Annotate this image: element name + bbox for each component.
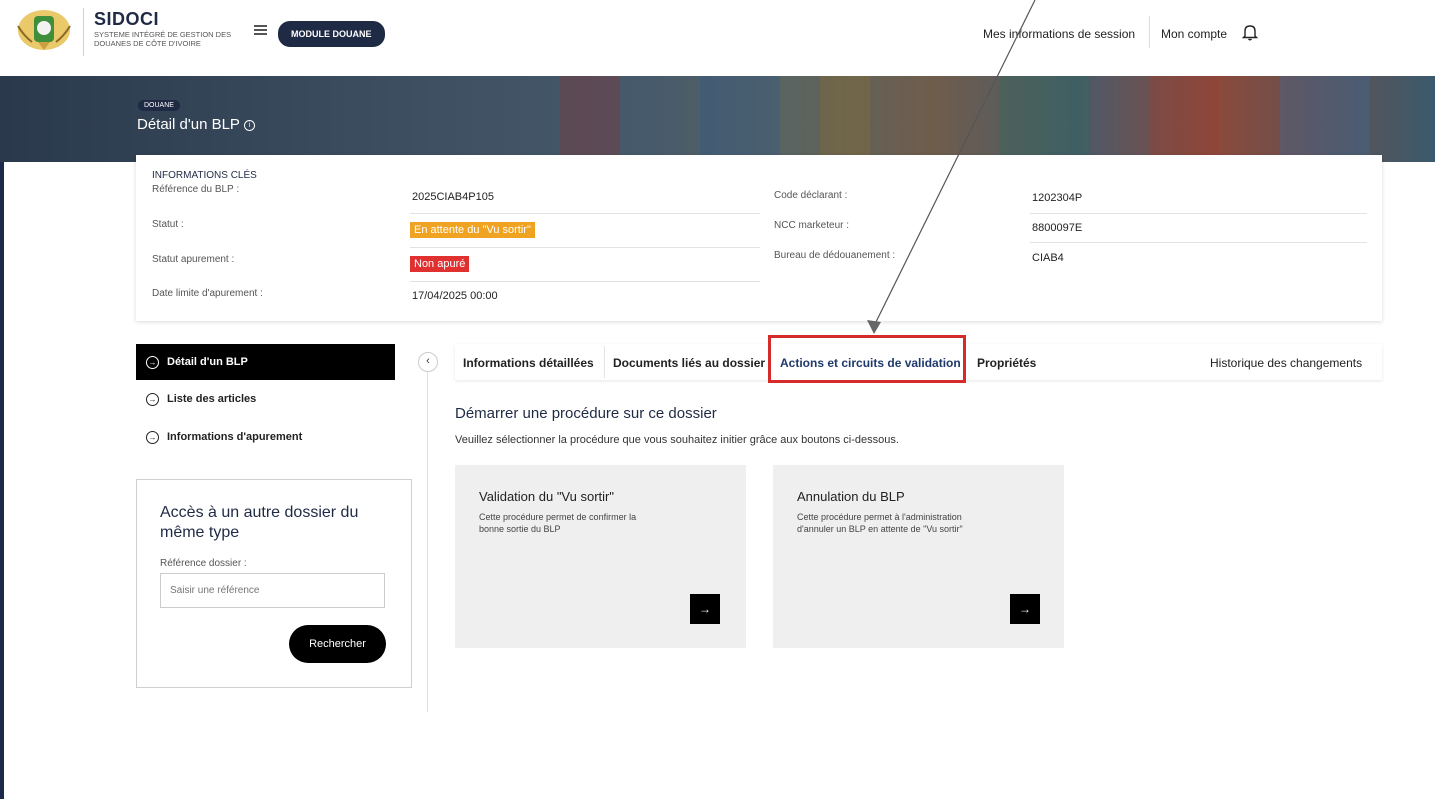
- file-ref-label: Référence dossier :: [160, 558, 247, 569]
- my-account-link[interactable]: Mon compte: [1161, 27, 1227, 41]
- blp-ref-value: 2025CIAB4P105: [412, 191, 494, 203]
- customs-office-value: CIAB4: [1032, 252, 1064, 264]
- sidebar-item-clearance-info[interactable]: → Informations d'apurement: [136, 419, 395, 455]
- tab-properties[interactable]: Propriétés: [977, 356, 1036, 370]
- arrow-circle-icon: →: [146, 355, 159, 369]
- file-ref-input[interactable]: [160, 573, 385, 608]
- status-badge: En attente du "Vu sortir": [410, 222, 535, 238]
- tab-change-history[interactable]: Historique des changements: [1210, 356, 1373, 370]
- douane-badge: DOUANE: [138, 100, 180, 111]
- arrow-circle-icon: →: [146, 430, 159, 444]
- bell-icon[interactable]: [1241, 23, 1259, 41]
- hamburger-menu-icon[interactable]: [254, 25, 267, 35]
- panel-divider: [427, 372, 428, 712]
- clearance-status-label: Statut apurement :: [152, 254, 235, 265]
- annotation-highlight-box: [768, 335, 966, 383]
- other-file-title: Accès à un autre dossier du même type: [160, 504, 359, 541]
- header-separator: [1149, 16, 1150, 48]
- sidebar-item-blp-detail[interactable]: → Détail d'un BLP: [136, 344, 395, 380]
- ncc-label: NCC marketeur :: [774, 220, 850, 231]
- start-procedure-button[interactable]: →: [690, 594, 720, 624]
- deadline-value: 17/04/2025 00:00: [412, 290, 498, 302]
- ncc-value: 8800097E: [1032, 222, 1083, 234]
- brand-name: SIDOCI: [94, 9, 160, 29]
- customs-office-label: Bureau de dédouanement :: [774, 250, 896, 261]
- page-title: Détail d'un BLP i: [137, 116, 255, 133]
- arrow-circle-icon: →: [146, 392, 159, 406]
- search-button[interactable]: Rechercher: [289, 625, 386, 663]
- declarant-code-label: Code déclarant :: [774, 190, 848, 201]
- key-info-title: INFORMATIONS CLÉS: [152, 170, 257, 181]
- section-subtitle: Veuillez sélectionner la procédure que v…: [455, 434, 899, 446]
- tab-detailed-info[interactable]: Informations détaillées: [463, 356, 594, 370]
- tab-linked-documents[interactable]: Documents liés au dossier: [613, 356, 765, 370]
- procedure-title: Validation du "Vu sortir": [479, 489, 614, 504]
- procedure-desc: Cette procédure permet à l'administratio…: [797, 512, 963, 534]
- info-icon[interactable]: i: [243, 119, 255, 131]
- sidebar-item-articles[interactable]: → Liste des articles: [136, 381, 395, 417]
- left-accent-bar: [0, 76, 4, 799]
- brand-subtitle: SYSTEME INTÉGRÉ DE GESTION DES DOUANES D…: [94, 30, 232, 48]
- collapse-sidebar-button[interactable]: ‹: [418, 352, 438, 372]
- coat-of-arms-logo: [17, 10, 71, 50]
- start-procedure-button[interactable]: →: [1010, 594, 1040, 624]
- deadline-label: Date limite d'apurement :: [152, 288, 263, 299]
- status-label: Statut :: [152, 219, 184, 230]
- session-info-link[interactable]: Mes informations de session: [983, 27, 1135, 41]
- module-douane-button[interactable]: MODULE DOUANE: [278, 21, 385, 47]
- declarant-code-value: 1202304P: [1032, 192, 1083, 204]
- procedure-title: Annulation du BLP: [797, 489, 905, 504]
- brand-separator: [83, 8, 84, 56]
- clearance-status-badge: Non apuré: [410, 256, 470, 272]
- key-info-card: [136, 155, 1382, 321]
- section-title: Démarrer une procédure sur ce dossier: [455, 405, 717, 422]
- blp-ref-label: Référence du BLP :: [152, 184, 240, 195]
- procedure-desc: Cette procédure permet de confirmer la b…: [479, 512, 637, 534]
